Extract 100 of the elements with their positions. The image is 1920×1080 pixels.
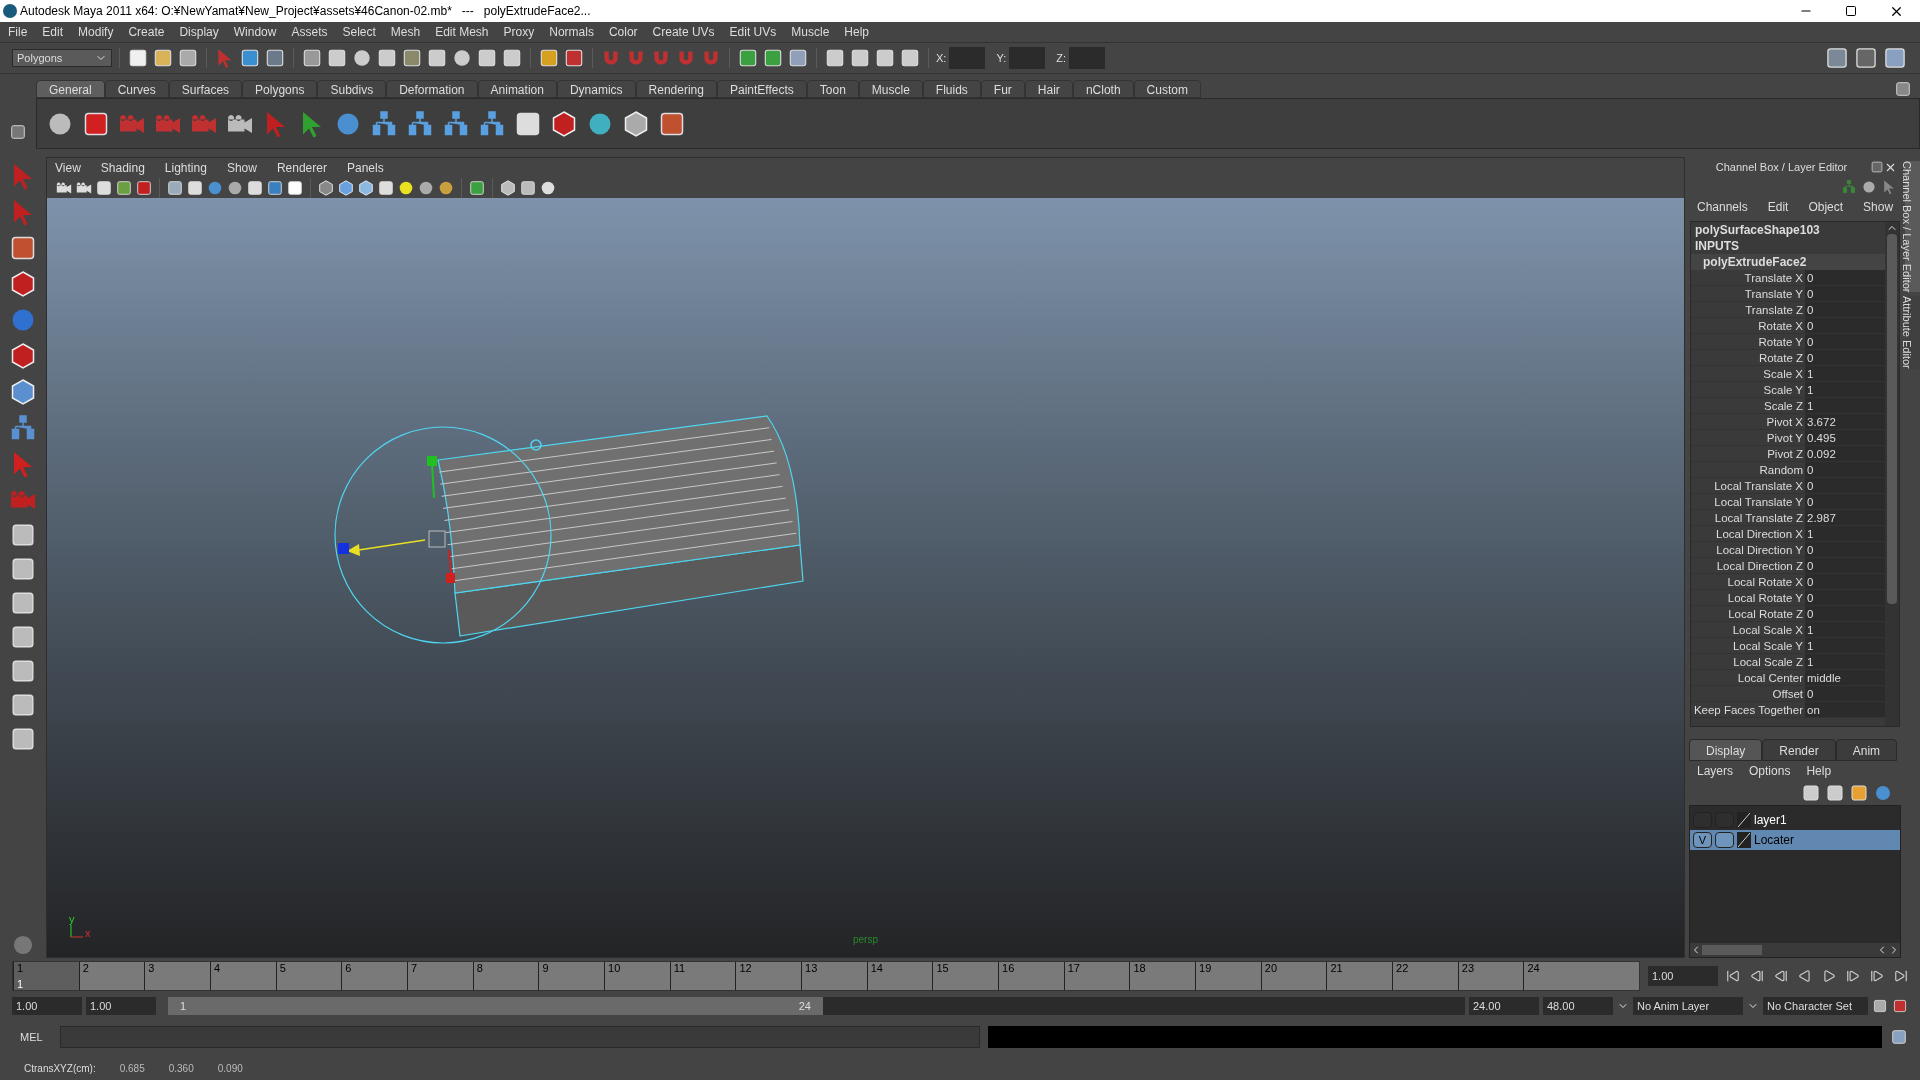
node-name[interactable]: polyExtrudeFace2 xyxy=(1691,254,1886,270)
attribute-value[interactable]: middle xyxy=(1805,670,1886,685)
step-forward-icon[interactable] xyxy=(1870,969,1884,983)
float-icon[interactable] xyxy=(1870,160,1885,174)
shelf-tab[interactable]: Fluids xyxy=(922,80,981,98)
menu-item[interactable]: Display xyxy=(179,23,219,41)
attribute-value[interactable]: 1 xyxy=(1805,398,1886,413)
menu-item[interactable]: Muscle xyxy=(791,23,830,41)
mode-dropdown[interactable]: Polygons xyxy=(12,49,112,67)
attribute-label[interactable]: Local Translate X xyxy=(1691,478,1805,493)
attribute-value[interactable]: 1 xyxy=(1805,366,1886,381)
attribute-value[interactable]: 0 xyxy=(1805,462,1886,477)
horizontal-scrollbar[interactable] xyxy=(1690,943,1901,957)
shelf-tab[interactable]: Animation xyxy=(477,80,557,98)
layer-menu-item[interactable]: Help xyxy=(1806,762,1832,780)
attribute-label[interactable]: Random xyxy=(1691,462,1805,477)
attribute-label[interactable]: Rotate Y xyxy=(1691,334,1805,349)
attribute-label[interactable]: Rotate X xyxy=(1691,318,1805,333)
visibility-toggle[interactable]: V xyxy=(1693,832,1712,848)
viewport-menu-item[interactable]: Show xyxy=(226,159,257,177)
square-icon[interactable] xyxy=(326,47,348,69)
object-name[interactable]: polySurfaceShape103 xyxy=(1691,222,1886,238)
menu-item[interactable]: Help xyxy=(844,23,869,41)
manipulator-drawing[interactable] xyxy=(338,439,542,584)
attribute-value[interactable]: 0.495 xyxy=(1805,430,1886,445)
channel-menu-item[interactable]: Show xyxy=(1863,198,1894,216)
layer-menu-item[interactable]: Layers xyxy=(1697,762,1734,780)
attribute-value[interactable]: 0 xyxy=(1805,574,1886,589)
shelf-tab[interactable]: Dynamics xyxy=(556,80,636,98)
light-icon[interactable] xyxy=(417,179,435,197)
3d-viewport[interactable]: y x persp xyxy=(47,198,1684,957)
shelf-tab[interactable]: Muscle xyxy=(858,80,923,98)
step-forward-key-icon[interactable] xyxy=(1846,969,1860,983)
attribute-value[interactable]: 1 xyxy=(1805,382,1886,397)
playhead-marker[interactable]: 1 1 xyxy=(13,962,79,990)
shelf-tab[interactable]: Hair xyxy=(1024,80,1073,98)
y-field[interactable] xyxy=(1009,47,1046,69)
menu-item[interactable]: Window xyxy=(233,23,277,41)
attribute-label[interactable]: Local Direction Z xyxy=(1691,558,1805,573)
channel-menu-item[interactable]: Channels xyxy=(1697,198,1748,216)
attribute-value[interactable]: 0 xyxy=(1805,350,1886,365)
attribute-label[interactable]: Scale Z xyxy=(1691,398,1805,413)
go-to-start-icon[interactable] xyxy=(1726,969,1740,983)
channel-menu-item[interactable]: Edit xyxy=(1767,198,1789,216)
menu-item[interactable]: Proxy xyxy=(503,23,535,41)
attribute-label[interactable]: Pivot X xyxy=(1691,414,1805,429)
attribute-label[interactable]: Local Rotate X xyxy=(1691,574,1805,589)
menu-item[interactable]: Edit Mesh xyxy=(435,23,489,41)
character-set-dropdown[interactable]: No Character Set xyxy=(1763,997,1868,1015)
shelf-tab[interactable]: Fur xyxy=(980,80,1025,98)
attribute-label[interactable]: Local Scale Y xyxy=(1691,638,1805,653)
attribute-value[interactable]: 3.672 xyxy=(1805,414,1886,429)
attribute-value[interactable]: 2.987 xyxy=(1805,510,1886,525)
current-time-field[interactable]: 1.00 xyxy=(1648,966,1718,986)
scrollbar[interactable] xyxy=(1885,222,1900,726)
viewport-menu-item[interactable]: Renderer xyxy=(276,159,327,177)
attribute-label[interactable]: Local Direction Y xyxy=(1691,542,1805,557)
attribute-value[interactable]: 0.092 xyxy=(1805,446,1886,461)
menu-item[interactable]: File xyxy=(8,23,28,41)
menu-item[interactable]: Create UVs xyxy=(652,23,715,41)
attribute-label[interactable]: Local Translate Y xyxy=(1691,494,1805,509)
attribute-label[interactable]: Translate X xyxy=(1691,270,1805,285)
layer-row[interactable]: V Locater xyxy=(1690,830,1901,850)
layer-tab[interactable]: Render xyxy=(1762,739,1836,761)
playback-end-field[interactable]: 24.00 xyxy=(1469,997,1539,1015)
menu-item[interactable]: Edit xyxy=(42,23,64,41)
shelf-tab[interactable]: General xyxy=(36,80,105,98)
shelf-tab[interactable]: Custom xyxy=(1133,80,1201,98)
menu-item[interactable]: Create xyxy=(128,23,165,41)
shelf-tab[interactable]: Toon xyxy=(806,80,859,98)
menu-item[interactable]: Modify xyxy=(78,23,114,41)
attribute-label[interactable]: Local Center xyxy=(1691,670,1805,685)
shelf-tab[interactable]: Curves xyxy=(104,80,169,98)
z-field[interactable] xyxy=(1069,47,1105,69)
attribute-value[interactable]: 0 xyxy=(1805,334,1886,349)
attribute-value[interactable]: 0 xyxy=(1805,478,1886,493)
attribute-value[interactable]: 0 xyxy=(1805,590,1886,605)
attribute-label[interactable]: Scale X xyxy=(1691,366,1805,381)
attribute-value[interactable]: 0 xyxy=(1805,494,1886,509)
attribute-label[interactable]: Scale Y xyxy=(1691,382,1805,397)
light-icon[interactable] xyxy=(437,179,455,197)
end-time-field[interactable]: 48.00 xyxy=(1543,997,1613,1015)
layer-tab[interactable]: Anim xyxy=(1835,739,1898,761)
attribute-value[interactable]: 0 xyxy=(1805,686,1886,701)
attribute-value[interactable]: 0 xyxy=(1805,302,1886,317)
command-input[interactable] xyxy=(60,1026,980,1048)
shelf-tab[interactable]: nCloth xyxy=(1072,80,1134,98)
playback-start-field[interactable]: 1.00 xyxy=(86,997,156,1015)
attribute-value[interactable]: 0 xyxy=(1805,318,1886,333)
shelf-tab[interactable]: Surfaces xyxy=(168,80,243,98)
attribute-label[interactable]: Translate Y xyxy=(1691,286,1805,301)
layer-tab[interactable]: Display xyxy=(1689,739,1763,761)
shelf-tab[interactable]: PaintEffects xyxy=(716,80,807,98)
attribute-value[interactable]: 1 xyxy=(1805,638,1886,653)
start-time-field[interactable]: 1.00 xyxy=(12,997,82,1015)
attribute-label[interactable]: Keep Faces Together xyxy=(1691,702,1805,717)
time-slider[interactable]: 1 1 2 3 4 5 6 7 8 9 10 11 12 13 14 15 16 17 18 19 20 21 22 23 24 xyxy=(12,961,1640,991)
attribute-label[interactable]: Local Scale X xyxy=(1691,622,1805,637)
layer-row[interactable]: layer1 xyxy=(1690,810,1901,830)
viewport-menu-item[interactable]: Lighting xyxy=(164,159,207,177)
